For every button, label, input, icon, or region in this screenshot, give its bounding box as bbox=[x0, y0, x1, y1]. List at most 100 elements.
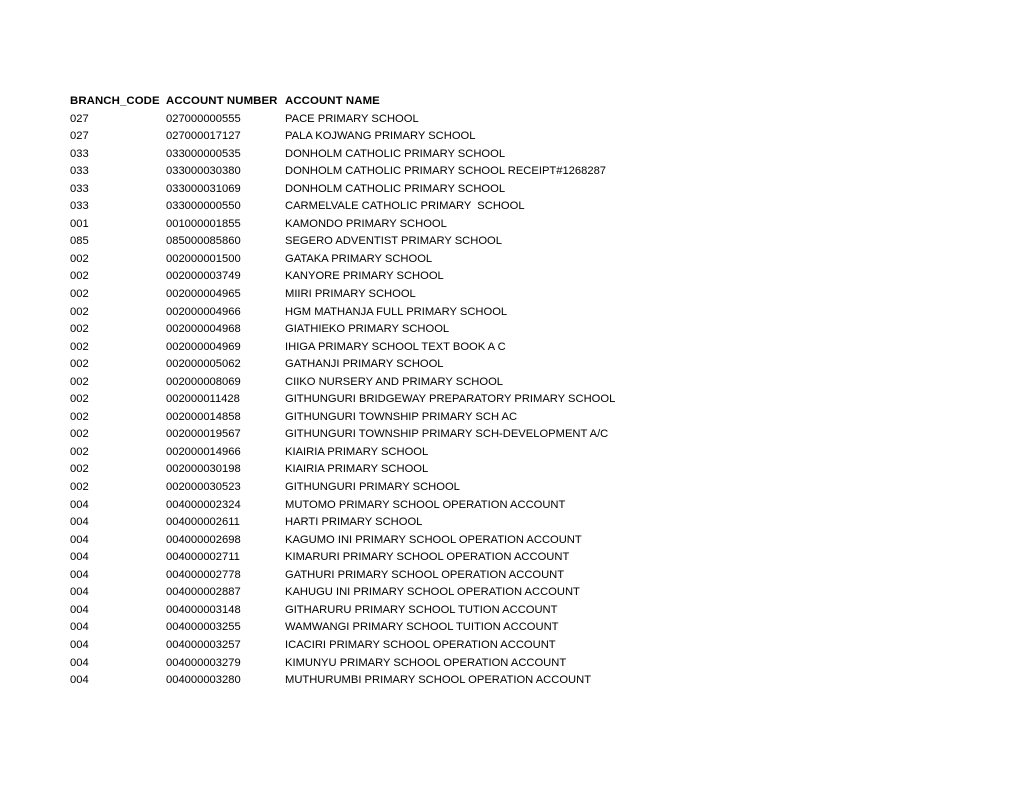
account-listing-sheet: BRANCH_CODE ACCOUNT NUMBER ACCOUNT NAME … bbox=[70, 93, 970, 690]
cell-branch-code: 002 bbox=[70, 323, 89, 336]
table-row: 085 085000085860 SEGERO ADVENTIST PRIMARY … bbox=[70, 233, 930, 251]
cell-branch-code: 002 bbox=[70, 305, 89, 318]
cell-branch-code: 001 bbox=[70, 217, 89, 230]
table-row: 002 002000004968 GIATHIEKO PRIMARY SCHOOL bbox=[70, 321, 930, 339]
cell-branch-code: 004 bbox=[70, 533, 89, 546]
cell-account-number: 002000030523 bbox=[166, 481, 241, 494]
table-body: 027 027000000555 PACE PRIMARY SCHOOL 027 027… bbox=[70, 111, 930, 690]
cell-branch-code: 002 bbox=[70, 252, 89, 265]
table-row: 002 002000004966 HGM MATHANJA FULL PRIMARY… bbox=[70, 304, 930, 322]
table-row: 004 004000002324 MUTOMO PRIMARY SCHOOL OPE… bbox=[70, 497, 930, 515]
cell-branch-code: 002 bbox=[70, 393, 89, 406]
table-row: 004 004000002887 KAHUGU INI PRIMARY SCHOOL… bbox=[70, 584, 930, 602]
cell-account-name: KIMARURI PRIMARY SCHOOL OPERATION ACCOUN… bbox=[285, 551, 570, 564]
cell-account-name: GATAKA PRIMARY SCHOOL bbox=[285, 252, 433, 265]
cell-account-name: DONHOLM CATHOLIC PRIMARY SCHOOL bbox=[285, 147, 506, 160]
cell-account-number: 004000003148 bbox=[166, 603, 241, 616]
table-row: 002 002000030198 KIAIRIA PRIMARY SCHOOL bbox=[70, 461, 930, 479]
cell-branch-code: 002 bbox=[70, 463, 89, 476]
cell-branch-code: 004 bbox=[70, 674, 89, 687]
cell-account-name: GITHARURU PRIMARY SCHOOL TUTION ACCOUNT bbox=[285, 603, 558, 616]
cell-branch-code: 085 bbox=[70, 235, 89, 248]
table-header-row: BRANCH_CODE ACCOUNT NUMBER ACCOUNT NAME bbox=[70, 93, 930, 111]
table-row: 033 033000030380 DONHOLM CATHOLIC PRIMARY … bbox=[70, 163, 930, 181]
cell-account-name: MIIRI PRIMARY SCHOOL bbox=[285, 288, 416, 301]
cell-branch-code: 033 bbox=[70, 200, 89, 213]
cell-branch-code: 002 bbox=[70, 340, 89, 353]
cell-branch-code: 002 bbox=[70, 410, 89, 423]
cell-branch-code: 033 bbox=[70, 147, 89, 160]
table-row: 002 002000014858 GITHUNGURI TOWNSHIP PRIMA… bbox=[70, 409, 930, 427]
cell-account-number: 004000002324 bbox=[166, 498, 241, 511]
cell-account-number: 002000004965 bbox=[166, 288, 241, 301]
table-row: 004 004000002711 KIMARURI PRIMARY SCHOOL O… bbox=[70, 549, 930, 567]
cell-branch-code: 002 bbox=[70, 270, 89, 283]
cell-account-name: IHIGA PRIMARY SCHOOL TEXT BOOK A C bbox=[285, 340, 506, 353]
cell-account-number: 027000017127 bbox=[166, 130, 241, 143]
cell-branch-code: 004 bbox=[70, 603, 89, 616]
cell-account-name: WAMWANGI PRIMARY SCHOOL TUITION ACCOUNT bbox=[285, 621, 559, 634]
cell-account-name: CARMELVALE CATHOLIC PRIMARY SCHOOL bbox=[285, 200, 525, 213]
cell-account-name: KAHUGU INI PRIMARY SCHOOL OPERATION ACCO… bbox=[285, 586, 580, 599]
table-row: 027 027000000555 PACE PRIMARY SCHOOL bbox=[70, 111, 930, 129]
cell-account-name: PALA KOJWANG PRIMARY SCHOOL bbox=[285, 130, 476, 143]
cell-account-name: GIATHIEKO PRIMARY SCHOOL bbox=[285, 323, 450, 336]
cell-account-number: 002000004968 bbox=[166, 323, 241, 336]
cell-branch-code: 004 bbox=[70, 568, 89, 581]
column-header-account-number: ACCOUNT NUMBER bbox=[166, 95, 278, 107]
cell-account-name: DONHOLM CATHOLIC PRIMARY SCHOOL bbox=[285, 182, 506, 195]
cell-account-name: GITHUNGURI TOWNSHIP PRIMARY SCH AC bbox=[285, 410, 518, 423]
cell-account-number: 033000000550 bbox=[166, 200, 241, 213]
table-row: 004 004000002611 HARTI PRIMARY SCHOOL bbox=[70, 514, 930, 532]
cell-account-number: 002000001500 bbox=[166, 252, 241, 265]
cell-account-number: 002000005062 bbox=[166, 358, 241, 371]
cell-account-number: 027000000555 bbox=[166, 112, 241, 125]
cell-account-number: 002000019567 bbox=[166, 428, 241, 441]
cell-account-name: KANYORE PRIMARY SCHOOL bbox=[285, 270, 444, 283]
cell-account-number: 004000003279 bbox=[166, 656, 241, 669]
cell-account-name: ICACIRI PRIMARY SCHOOL OPERATION ACCOUNT bbox=[285, 638, 556, 651]
document-page: BRANCH_CODE ACCOUNT NUMBER ACCOUNT NAME … bbox=[0, 0, 1020, 788]
cell-account-name: HARTI PRIMARY SCHOOL bbox=[285, 516, 423, 529]
cell-account-name: GITHUNGURI PRIMARY SCHOOL bbox=[285, 481, 460, 494]
account-table: BRANCH_CODE ACCOUNT NUMBER ACCOUNT NAME … bbox=[70, 93, 930, 690]
cell-account-name: CIIKO NURSERY AND PRIMARY SCHOOL bbox=[285, 375, 504, 388]
cell-account-number: 001000001855 bbox=[166, 217, 241, 230]
cell-branch-code: 004 bbox=[70, 586, 89, 599]
table-row: 002 002000003749 KANYORE PRIMARY SCHOOL bbox=[70, 268, 930, 286]
cell-account-name: GITHUNGURI BRIDGEWAY PREPARATORY PRIMARY… bbox=[285, 393, 616, 406]
cell-account-number: 002000004969 bbox=[166, 340, 241, 353]
table-row: 002 002000030523 GITHUNGURI PRIMARY SCHOOL bbox=[70, 479, 930, 497]
cell-account-number: 085000085860 bbox=[166, 235, 241, 248]
table-row: 004 004000003257 ICACIRI PRIMARY SCHOOL OP… bbox=[70, 637, 930, 655]
cell-account-number: 004000003255 bbox=[166, 621, 241, 634]
cell-account-number: 004000002778 bbox=[166, 568, 241, 581]
cell-account-name: KAMONDO PRIMARY SCHOOL bbox=[285, 217, 447, 230]
cell-account-number: 033000030380 bbox=[166, 165, 241, 178]
table-row: 002 002000005062 GATHANJI PRIMARY SCHOOL bbox=[70, 356, 930, 374]
cell-account-name: HGM MATHANJA FULL PRIMARY SCHOOL bbox=[285, 305, 508, 318]
table-row: 033 033000000550 CARMELVALE CATHOLIC PRIMA… bbox=[70, 198, 930, 216]
cell-account-name: KAGUMO INI PRIMARY SCHOOL OPERATION ACCO… bbox=[285, 533, 582, 546]
table-row: 004 004000003279 KIMUNYU PRIMARY SCHOOL OP… bbox=[70, 655, 930, 673]
table-row: 004 004000003148 GITHARURU PRIMARY SCHOOL … bbox=[70, 602, 930, 620]
column-header-branch-code: BRANCH_CODE bbox=[70, 95, 160, 107]
cell-account-name: MUTOMO PRIMARY SCHOOL OPERATION ACCOUNT bbox=[285, 498, 566, 511]
cell-account-number: 004000002611 bbox=[166, 516, 240, 529]
table-row: 002 002000001500 GATAKA PRIMARY SCHOOL bbox=[70, 251, 930, 269]
cell-account-number: 002000008069 bbox=[166, 375, 241, 388]
cell-account-name: GATHANJI PRIMARY SCHOOL bbox=[285, 358, 444, 371]
cell-account-name: DONHOLM CATHOLIC PRIMARY SCHOOL RECEIPT#… bbox=[285, 165, 607, 178]
table-header: BRANCH_CODE ACCOUNT NUMBER ACCOUNT NAME bbox=[70, 93, 930, 111]
cell-branch-code: 002 bbox=[70, 428, 89, 441]
cell-branch-code: 002 bbox=[70, 481, 89, 494]
cell-account-name: SEGERO ADVENTIST PRIMARY SCHOOL bbox=[285, 235, 502, 248]
table-row: 004 004000002698 KAGUMO INI PRIMARY SCHOOL… bbox=[70, 532, 930, 550]
cell-branch-code: 004 bbox=[70, 621, 89, 634]
cell-account-name: KIAIRIA PRIMARY SCHOOL bbox=[285, 445, 429, 458]
cell-branch-code: 004 bbox=[70, 551, 89, 564]
column-header-account-name: ACCOUNT NAME bbox=[285, 95, 380, 107]
cell-account-name: KIMUNYU PRIMARY SCHOOL OPERATION ACCOUNT bbox=[285, 656, 567, 669]
cell-account-number: 002000011428 bbox=[166, 393, 240, 406]
cell-account-number: 004000003280 bbox=[166, 674, 241, 687]
